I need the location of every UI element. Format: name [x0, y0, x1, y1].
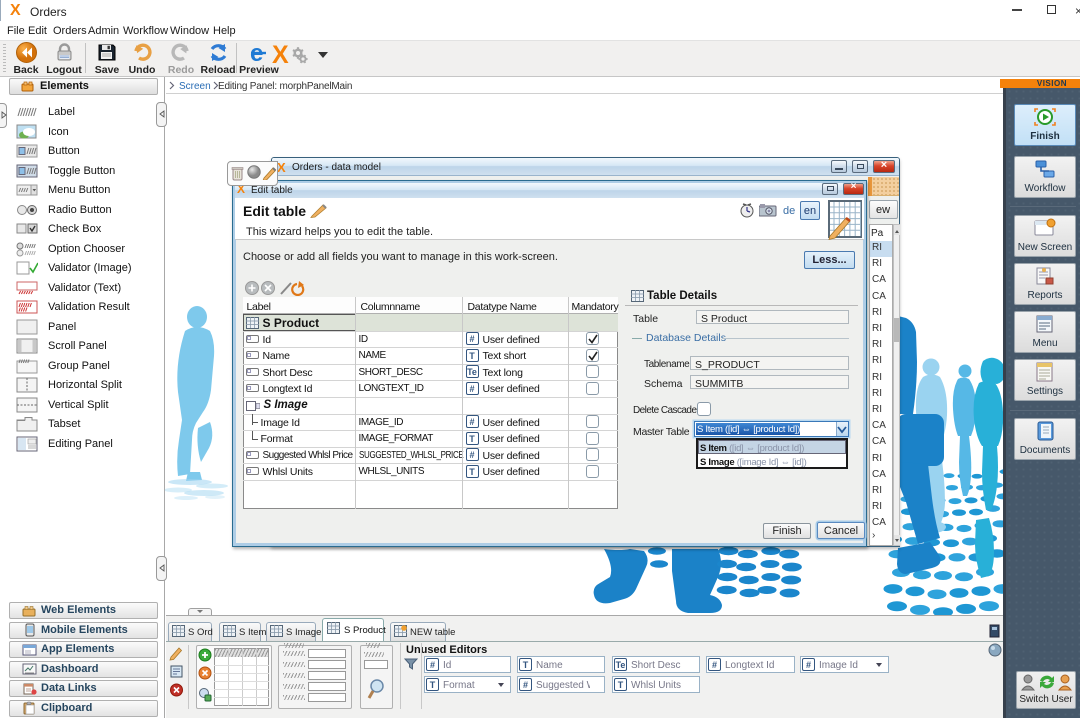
svg-text:X: X	[272, 42, 289, 66]
